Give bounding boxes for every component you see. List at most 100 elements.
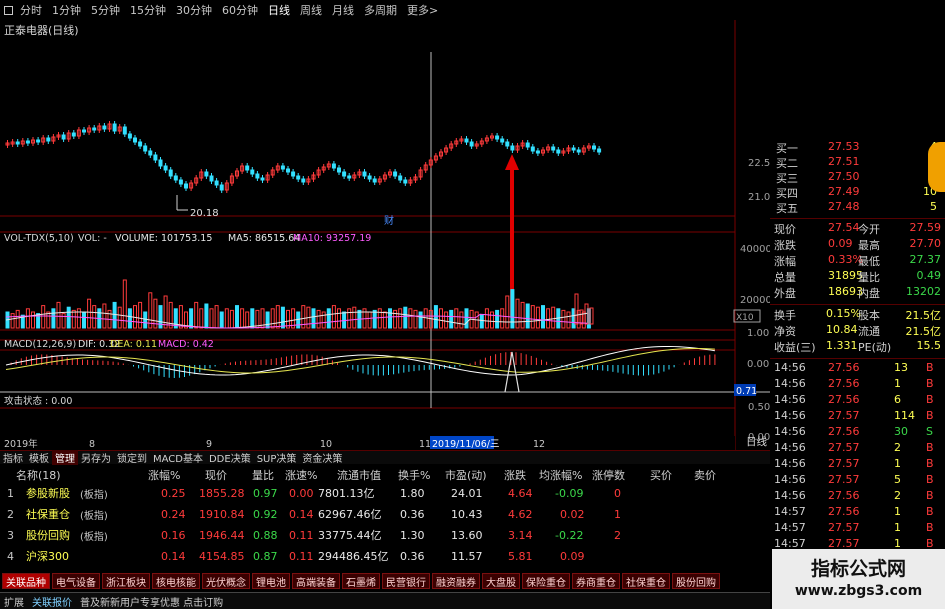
- volume-bar: [403, 306, 408, 329]
- tick-side: S: [926, 425, 933, 438]
- indicator-tab[interactable]: 资金决策: [299, 450, 345, 465]
- header-vr: 量比: [252, 469, 274, 482]
- volume-bar: [551, 306, 556, 329]
- period-tab[interactable]: 多周期: [359, 2, 402, 18]
- tick-time: 14:57: [774, 505, 806, 518]
- candle: [184, 183, 188, 189]
- quote-label: 今开: [858, 223, 880, 236]
- macd-panel: [5, 345, 716, 378]
- candle: [286, 168, 290, 173]
- period-tab[interactable]: 30分钟: [171, 2, 217, 18]
- status-item[interactable]: 扩展: [4, 594, 24, 609]
- signal-arrow-head: [505, 154, 519, 170]
- candle: [36, 139, 41, 143]
- sector-tab[interactable]: 大盘股: [482, 573, 520, 589]
- quote-value: 0.15%: [826, 307, 861, 320]
- sector-tab[interactable]: 社保重仓: [622, 573, 670, 589]
- candle: [219, 184, 224, 191]
- tick-row: 14:57 27.57 1 B: [770, 521, 945, 537]
- period-tab[interactable]: 月线: [327, 2, 359, 18]
- candle: [158, 159, 163, 167]
- status-item[interactable]: 普及新新用户专享优惠 点击订购: [80, 594, 223, 609]
- quote-label: 内盘: [858, 287, 880, 300]
- period-tab[interactable]: 5分钟: [86, 2, 125, 18]
- table-row[interactable]: 1 参股新股 (板指) 0.25 1855.28 0.97 0.00 7801.13亿 1.80…: [0, 484, 770, 502]
- tick-price: 27.56: [828, 505, 860, 518]
- row-limit: 1: [614, 507, 621, 521]
- vol-tick: 20000: [740, 295, 770, 306]
- candle: [46, 137, 51, 142]
- volume-bar: [194, 301, 199, 329]
- table-row[interactable]: 4 沪深300 0.14 4154.85 0.87 0.11 294486.45亿 0.36 1…: [0, 547, 770, 565]
- row-index: 2: [7, 507, 14, 521]
- candle: [362, 171, 367, 177]
- volume-bar: [316, 309, 321, 329]
- watermark-title: 指标公式网: [810, 558, 906, 580]
- indicator-tab[interactable]: 指标: [0, 450, 26, 465]
- period-tab[interactable]: 60分钟: [217, 2, 263, 18]
- quote-value: 13202: [906, 285, 941, 298]
- volume-bar: [566, 311, 571, 329]
- sector-tab[interactable]: 关联品种: [2, 573, 50, 589]
- candle: [250, 169, 255, 175]
- sector-tab[interactable]: 浙江板块: [102, 573, 150, 589]
- table-row[interactable]: 3 股份回购 (板指) 0.16 1946.44 0.88 0.11 33775.44亿 1.3…: [0, 526, 770, 544]
- quote-value: 27.54: [828, 221, 860, 234]
- square-icon[interactable]: [4, 5, 13, 15]
- header-speed: 涨速%: [285, 469, 318, 482]
- status-item[interactable]: 关联报价: [32, 594, 72, 609]
- volume-bar: [235, 305, 239, 329]
- period-tab[interactable]: 15分钟: [125, 2, 171, 18]
- promo-bubble[interactable]: [928, 142, 945, 192]
- table-row[interactable]: 2 社保重仓 (板指) 0.24 1910.84 0.92 0.14 62967.46亿 0.3…: [0, 505, 770, 523]
- row-rise: 4.64: [508, 486, 533, 500]
- volume-bar: [102, 303, 107, 329]
- volume-bar: [10, 313, 15, 329]
- candle: [71, 132, 76, 137]
- volume-bar: [31, 311, 35, 329]
- header-turn: 换手%: [398, 469, 431, 482]
- period-tab[interactable]: 更多>: [402, 2, 443, 18]
- bid-price: 27.48: [828, 200, 860, 213]
- row-avg: -0.22: [555, 528, 584, 542]
- sector-tab[interactable]: 电气设备: [52, 573, 100, 589]
- candle: [535, 150, 540, 154]
- tick-volume: 5: [894, 473, 901, 486]
- candle: [398, 175, 403, 181]
- period-tab[interactable]: 分时: [15, 2, 47, 18]
- row-price: 4154.85: [199, 549, 245, 563]
- row-vr: 0.88: [253, 528, 278, 542]
- kline-chart[interactable]: 20.18 财 22.50 21.00 VOL-TDX(5,10) VOL: - VOLU…: [0, 20, 770, 450]
- sector-tab[interactable]: 高端装备: [292, 573, 340, 589]
- sector-tab[interactable]: 石墨烯: [342, 573, 380, 589]
- indicator-tab[interactable]: DDE决策: [206, 450, 254, 465]
- bid-price: 27.49: [828, 185, 860, 198]
- period-tab[interactable]: 1分钟: [47, 2, 86, 18]
- quote-label: 现价: [774, 223, 796, 236]
- period-tab[interactable]: 日线: [263, 2, 295, 18]
- row-speed: 0.14: [289, 507, 314, 521]
- sector-tab[interactable]: 光伏概念: [202, 573, 250, 589]
- indicator-tab[interactable]: 锁定到: [114, 450, 150, 465]
- sector-tab[interactable]: 锂电池: [252, 573, 290, 589]
- sector-tab[interactable]: 保险重仓: [522, 573, 570, 589]
- header-limit: 涨停数: [592, 469, 625, 482]
- indicator-tab[interactable]: 另存为: [78, 450, 114, 465]
- candle: [372, 178, 377, 183]
- indicator-tab[interactable]: MACD基本: [150, 450, 206, 465]
- sector-tab[interactable]: 核电核能: [152, 573, 200, 589]
- volume-bar: [541, 305, 545, 329]
- tick-side: B: [926, 489, 934, 502]
- bid-level: 买五 27.48 5: [770, 200, 945, 216]
- tick-row: 14:56 27.56 6 B: [770, 393, 945, 409]
- period-tab[interactable]: 周线: [295, 2, 327, 18]
- sector-tab[interactable]: 券商重仓: [572, 573, 620, 589]
- sector-tab[interactable]: 融资融券: [432, 573, 480, 589]
- indicator-tab[interactable]: SUP决策: [254, 450, 300, 465]
- indicator-tab[interactable]: 模板: [26, 450, 52, 465]
- quote-value: 1.331: [826, 339, 858, 352]
- tick-price: 27.57: [828, 457, 860, 470]
- indicator-tab[interactable]: 管理: [52, 450, 78, 465]
- sector-tab[interactable]: 股份回购: [672, 573, 720, 589]
- sector-tab[interactable]: 民营银行: [382, 573, 430, 589]
